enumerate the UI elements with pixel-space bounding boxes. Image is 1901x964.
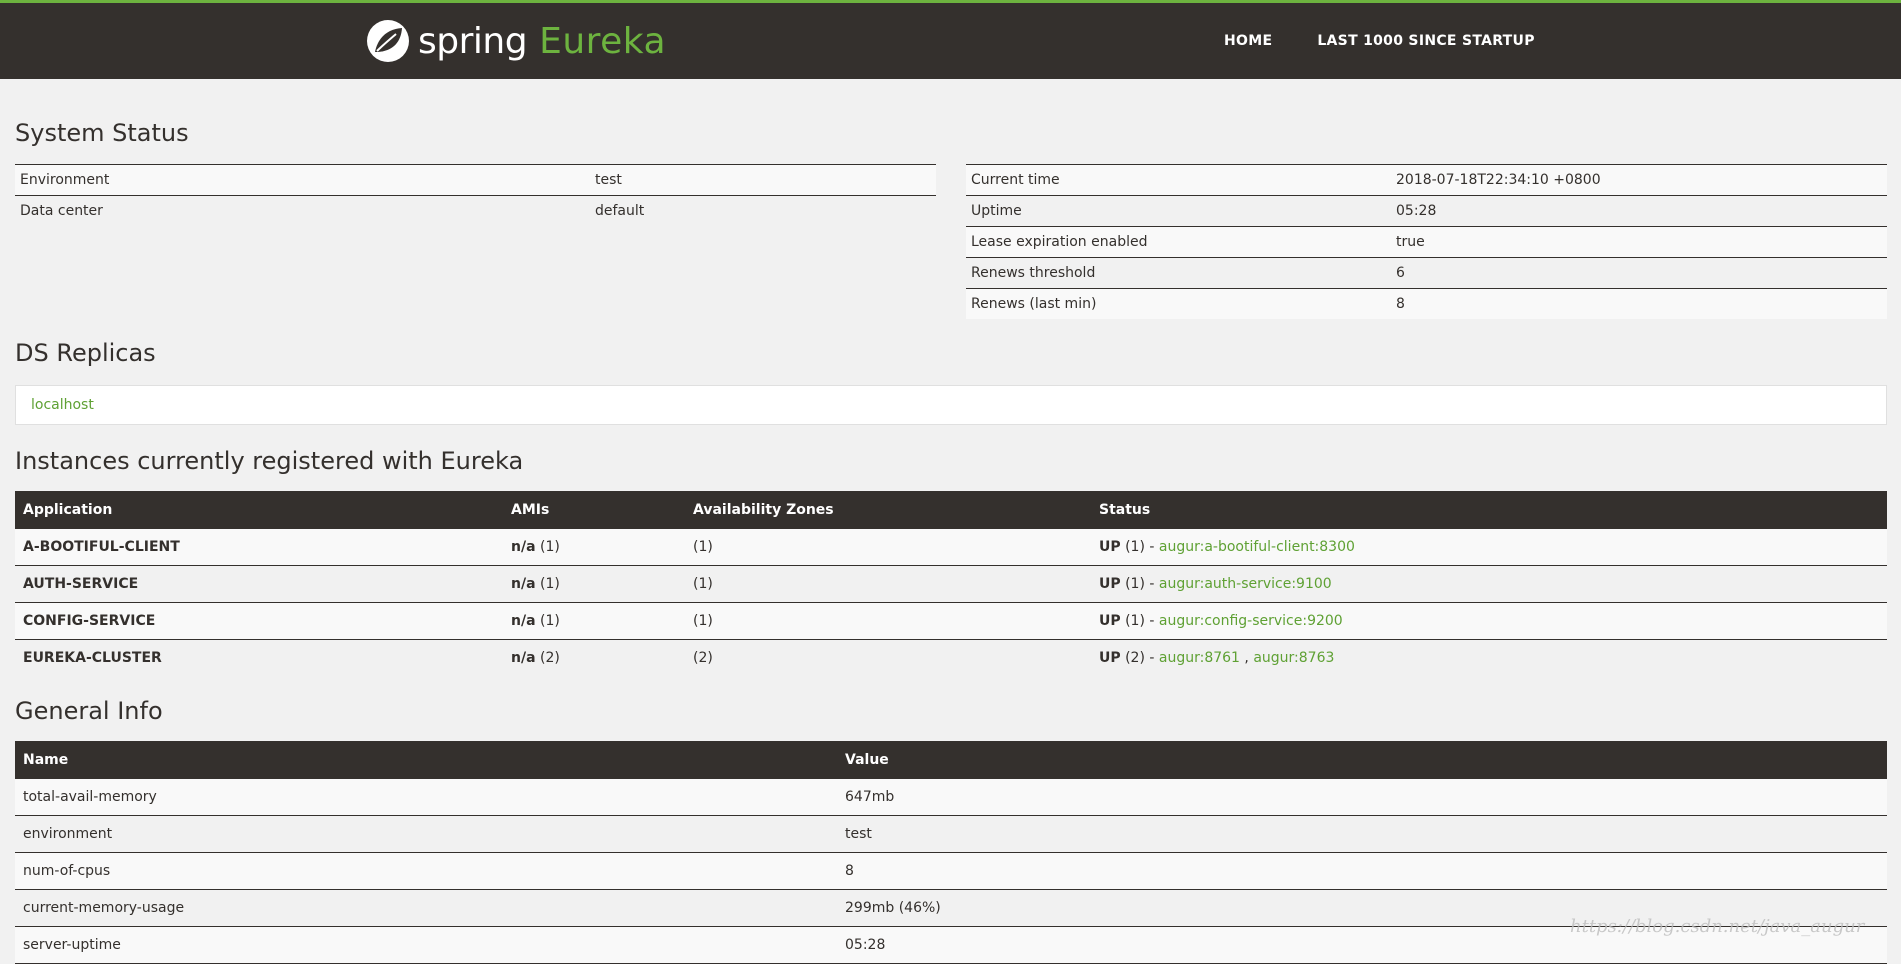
table-row: environment test xyxy=(15,815,1887,853)
info-value: 647mb xyxy=(837,779,1887,816)
status-row: Uptime 05:28 xyxy=(966,195,1887,227)
instance-link[interactable]: augur:auth-service:9100 xyxy=(1159,576,1332,592)
instances-header-row: Application AMIs Availability Zones Stat… xyxy=(15,491,1887,529)
status-value: 6 xyxy=(1391,257,1887,289)
info-name: environment xyxy=(15,815,837,853)
top-navbar: spring Eureka HOME LAST 1000 SINCE START… xyxy=(0,0,1901,79)
status-up: UP xyxy=(1099,613,1121,629)
table-row: A-BOOTIFUL-CLIENT n/a (1) (1) UP (1) - a… xyxy=(15,529,1887,566)
col-value: Value xyxy=(837,741,1887,779)
status-count: (1) - xyxy=(1125,539,1155,555)
status-row: Current time 2018-07-18T22:34:10 +0800 xyxy=(966,164,1887,196)
system-status-right-table: Current time 2018-07-18T22:34:10 +0800 U… xyxy=(966,164,1887,319)
col-application: Application xyxy=(15,491,503,529)
table-row: total-avail-memory 647mb xyxy=(15,779,1887,816)
status-key: Lease expiration enabled xyxy=(966,226,1391,258)
status-value: true xyxy=(1391,226,1887,258)
app-name: AUTH-SERVICE xyxy=(15,565,503,603)
brand-spring-text: spring xyxy=(418,20,528,62)
col-name: Name xyxy=(15,741,837,779)
status-count: (1) - xyxy=(1125,613,1155,629)
ami-count: (1) xyxy=(539,613,560,629)
status-key: Data center xyxy=(15,195,590,226)
table-row: AUTH-SERVICE n/a (1) (1) UP (1) - augur:… xyxy=(15,565,1887,603)
status-count: (1) - xyxy=(1125,576,1155,592)
info-name: server-uptime xyxy=(15,926,837,964)
ds-replicas-panel: localhost xyxy=(15,385,1887,425)
status-cell: UP (2) - augur:8761 , augur:8763 xyxy=(1091,639,1887,676)
status-value: 2018-07-18T22:34:10 +0800 xyxy=(1391,164,1887,196)
ami-cell: n/a (1) xyxy=(503,529,685,566)
table-row: EUREKA-CLUSTER n/a (2) (2) UP (2) - augu… xyxy=(15,639,1887,676)
status-key: Renews (last min) xyxy=(966,288,1391,319)
table-row: num-of-cpus 8 xyxy=(15,852,1887,890)
status-key: Renews threshold xyxy=(966,257,1391,289)
system-status-title: System Status xyxy=(15,119,189,147)
status-up: UP xyxy=(1099,576,1121,592)
replica-link-localhost[interactable]: localhost xyxy=(31,397,94,413)
spring-leaf-icon xyxy=(367,20,409,62)
brand-eureka-text: Eureka xyxy=(539,20,667,62)
table-row: CONFIG-SERVICE n/a (1) (1) UP (1) - augu… xyxy=(15,602,1887,640)
zones-cell: (1) xyxy=(685,602,1091,640)
status-cell: UP (1) - augur:auth-service:9100 xyxy=(1091,565,1887,603)
app-name: EUREKA-CLUSTER xyxy=(15,639,503,676)
status-key: Uptime xyxy=(966,195,1391,227)
ami-cell: n/a (1) xyxy=(503,565,685,603)
ami-cell: n/a (1) xyxy=(503,602,685,640)
status-row: Renews (last min) 8 xyxy=(966,288,1887,319)
ami-cell: n/a (2) xyxy=(503,639,685,676)
status-up: UP xyxy=(1099,539,1121,555)
nav-last1000-link[interactable]: LAST 1000 SINCE STARTUP xyxy=(1317,33,1534,49)
status-row: Lease expiration enabled true xyxy=(966,226,1887,258)
general-info-title: General Info xyxy=(15,697,163,725)
app-name: A-BOOTIFUL-CLIENT xyxy=(15,529,503,566)
zones-cell: (2) xyxy=(685,639,1091,676)
status-value: 05:28 xyxy=(1391,195,1887,227)
instances-table: Application AMIs Availability Zones Stat… xyxy=(15,491,1887,676)
app-name: CONFIG-SERVICE xyxy=(15,602,503,640)
zones-cell: (1) xyxy=(685,565,1091,603)
status-cell: UP (1) - augur:config-service:9200 xyxy=(1091,602,1887,640)
watermark-text: https://blog.csdn.net/java_augur xyxy=(1570,916,1865,937)
info-value: 8 xyxy=(837,852,1887,890)
info-name: num-of-cpus xyxy=(15,852,837,890)
ami-count: (1) xyxy=(539,539,560,555)
ami-count: (2) xyxy=(539,650,560,666)
ami-value: n/a xyxy=(511,613,536,629)
status-key: Environment xyxy=(15,164,590,196)
status-row: Renews threshold 6 xyxy=(966,257,1887,289)
brand-logo[interactable]: spring Eureka xyxy=(366,17,666,65)
instance-link[interactable]: augur:8763 xyxy=(1253,650,1334,666)
zones-cell: (1) xyxy=(685,529,1091,566)
main-nav: HOME LAST 1000 SINCE STARTUP xyxy=(1224,33,1535,49)
instance-link[interactable]: augur:8761 xyxy=(1159,650,1240,666)
ami-value: n/a xyxy=(511,539,536,555)
instance-link[interactable]: augur:a-bootiful-client:8300 xyxy=(1159,539,1355,555)
status-count: (2) - xyxy=(1125,650,1155,666)
info-name: total-avail-memory xyxy=(15,779,837,816)
status-row: Data center default xyxy=(15,195,936,226)
ds-replicas-title: DS Replicas xyxy=(15,339,156,367)
system-status-left-table: Environment test Data center default xyxy=(15,164,936,226)
col-status: Status xyxy=(1091,491,1887,529)
status-cell: UP (1) - augur:a-bootiful-client:8300 xyxy=(1091,529,1887,566)
ami-count: (1) xyxy=(539,576,560,592)
nav-home-link[interactable]: HOME xyxy=(1224,33,1272,49)
ami-value: n/a xyxy=(511,576,536,592)
status-value: test xyxy=(590,164,936,196)
status-row: Environment test xyxy=(15,164,936,196)
info-name: current-memory-usage xyxy=(15,889,837,927)
general-header-row: Name Value xyxy=(15,741,1887,779)
status-up: UP xyxy=(1099,650,1121,666)
status-key: Current time xyxy=(966,164,1391,196)
info-value: test xyxy=(837,815,1887,853)
status-value: default xyxy=(590,195,936,226)
col-availability-zones: Availability Zones xyxy=(685,491,1091,529)
instance-link[interactable]: augur:config-service:9200 xyxy=(1159,613,1343,629)
status-value: 8 xyxy=(1391,288,1887,319)
col-amis: AMIs xyxy=(503,491,685,529)
ami-value: n/a xyxy=(511,650,536,666)
instances-title: Instances currently registered with Eure… xyxy=(15,447,524,475)
